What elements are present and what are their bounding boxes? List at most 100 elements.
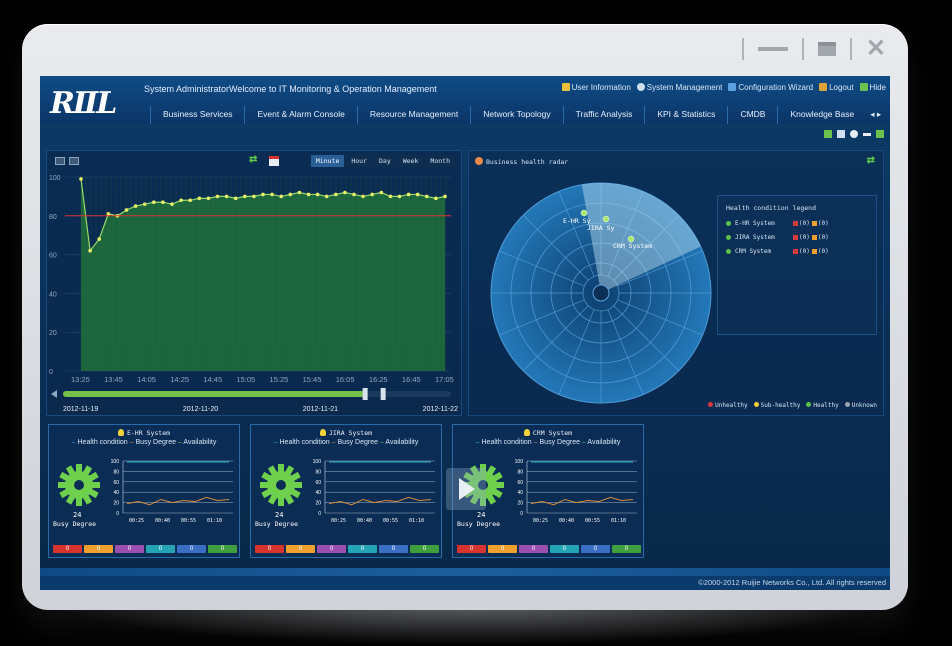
tab-minute[interactable]: Minute <box>310 155 345 167</box>
alarm-count-button[interactable]: 0 <box>146 545 175 553</box>
tab-day[interactable]: Day <box>374 155 396 167</box>
x-tick-label: 13:45 <box>104 375 123 384</box>
alarm-count-button[interactable]: 0 <box>84 545 113 553</box>
busy-label: Busy Degree <box>53 520 97 528</box>
data-point <box>352 192 356 197</box>
nav-network-topology[interactable]: Network Topology <box>470 106 562 124</box>
gear-hole <box>276 480 286 490</box>
alarm-count-button[interactable]: 0 <box>348 545 377 553</box>
x-tick-label: 15:25 <box>270 375 289 384</box>
legend-marker: – <box>581 439 586 446</box>
nav-resource-management[interactable]: Resource Management <box>356 106 470 124</box>
data-point <box>343 190 347 195</box>
export-icon[interactable] <box>824 130 832 138</box>
alarm-count-button[interactable]: 0 <box>53 545 82 553</box>
close-icon[interactable]: ✕ <box>866 37 886 61</box>
nav-knowledge-base[interactable]: Knowledge Base <box>777 106 866 124</box>
radar-refresh-icon[interactable]: ⇄ <box>867 155 875 166</box>
data-point <box>379 190 384 195</box>
data-point <box>261 192 265 197</box>
legend-row[interactable]: CRM System (0) (0) <box>726 248 868 255</box>
minimize-icon[interactable] <box>757 47 788 51</box>
separator <box>849 38 852 60</box>
y-tick-label: 60 <box>113 480 119 486</box>
alarm-count-button[interactable]: 0 <box>115 545 144 553</box>
y-tick-label: 0 <box>318 511 321 517</box>
next-page-button[interactable] <box>446 468 486 510</box>
nav-cmdb[interactable]: CMDB <box>727 106 777 124</box>
legend-marker: – <box>71 439 76 446</box>
y-tick-label: 60 <box>517 480 523 486</box>
tab-hour[interactable]: Hour <box>346 155 373 167</box>
y-tick-label: 60 <box>49 253 57 260</box>
x-tick-label: 13:25 <box>71 375 90 384</box>
gear-icon <box>260 464 302 506</box>
nav-traffic-analysis[interactable]: Traffic Analysis <box>562 106 645 124</box>
alarm-count-button[interactable]: 0 <box>177 545 206 553</box>
radar-icon <box>475 157 483 165</box>
tab-month[interactable]: Month <box>425 155 455 167</box>
alarm-count-button[interactable]: 0 <box>379 545 408 553</box>
alarm-count-button[interactable]: 0 <box>519 545 548 553</box>
alarm-count-button[interactable]: 0 <box>550 545 579 553</box>
alarm-count-button[interactable]: 0 <box>410 545 439 553</box>
healthy-dot <box>726 235 731 240</box>
refresh-icon[interactable]: ⇄ <box>249 154 257 165</box>
y-tick-label: 20 <box>113 501 119 507</box>
legend-row[interactable]: E-HR System (0) (0) <box>726 220 868 227</box>
alarm-count-button[interactable]: 0 <box>457 545 486 553</box>
card-legend: – Health condition – Busy Degree – Avail… <box>475 439 621 446</box>
data-point <box>324 194 329 199</box>
x-tick-label: 01:10 <box>409 518 424 524</box>
settings-icon[interactable] <box>850 130 858 138</box>
list-icon[interactable] <box>837 130 845 138</box>
logout-link[interactable]: Logout <box>819 83 854 92</box>
config-wizard-link[interactable]: Configuration Wizard <box>728 83 813 92</box>
alarm-count-button[interactable]: 0 <box>612 545 641 553</box>
y-tick-label: 100 <box>49 175 61 182</box>
calendar-icon[interactable] <box>269 156 279 166</box>
chart-view-icon[interactable] <box>55 157 65 165</box>
alarm-count-button[interactable]: 0 <box>286 545 315 553</box>
main-nav: Business Services Event & Alarm Console … <box>150 106 890 124</box>
alarm-count-button[interactable]: 0 <box>581 545 610 553</box>
nav-event-alarm[interactable]: Event & Alarm Console <box>244 106 356 124</box>
y-tick-label: 20 <box>315 501 321 507</box>
alarm-count-button[interactable]: 0 <box>255 545 284 553</box>
alarm-count-button[interactable]: 0 <box>208 545 237 553</box>
maximize-icon[interactable] <box>817 42 836 56</box>
system-card[interactable]: JIRA System – Health condition – Busy De… <box>250 424 442 558</box>
data-point <box>406 192 411 197</box>
y-tick-label: 40 <box>517 490 523 496</box>
hide-link[interactable]: Hide <box>859 83 886 92</box>
time-range-tabs: Minute Hour Day Week Month <box>310 155 455 167</box>
data-point <box>215 194 220 199</box>
status-unknown: Unknown <box>844 402 877 409</box>
card-title: E-HR System <box>49 429 239 437</box>
x-tick-label: 00:25 <box>533 518 548 524</box>
user-info-link[interactable]: User Information <box>561 83 631 92</box>
gear-icon <box>636 83 645 91</box>
tab-week[interactable]: Week <box>397 155 424 167</box>
x-tick-label: 14:45 <box>203 375 222 384</box>
back-icon[interactable] <box>863 133 871 136</box>
data-point <box>142 202 147 206</box>
data-point <box>124 208 129 212</box>
y-tick-label: 0 <box>116 511 119 517</box>
alarm-count-button[interactable]: 0 <box>488 545 517 553</box>
data-point <box>243 194 247 199</box>
nav-kpi-statistics[interactable]: KPI & Statistics <box>644 106 727 124</box>
alarm-count-buttons: 000000 <box>53 545 237 553</box>
healthy-dot <box>726 249 731 254</box>
subhealthy-square <box>811 221 817 226</box>
y-tick-label: 60 <box>315 480 321 486</box>
legend-row[interactable]: JIRA System (0) (0) <box>726 234 868 241</box>
system-management-link[interactable]: System Management <box>636 83 722 92</box>
nav-business-services[interactable]: Business Services <box>150 106 244 124</box>
logout-icon <box>819 83 828 91</box>
table-view-icon[interactable] <box>69 157 79 165</box>
alarm-count-button[interactable]: 0 <box>317 545 346 553</box>
grid-icon[interactable] <box>876 130 884 138</box>
nav-scroll-arrows[interactable]: ◂ ▸ <box>866 106 885 124</box>
system-card[interactable]: E-HR System – Health condition – Busy De… <box>48 424 240 558</box>
